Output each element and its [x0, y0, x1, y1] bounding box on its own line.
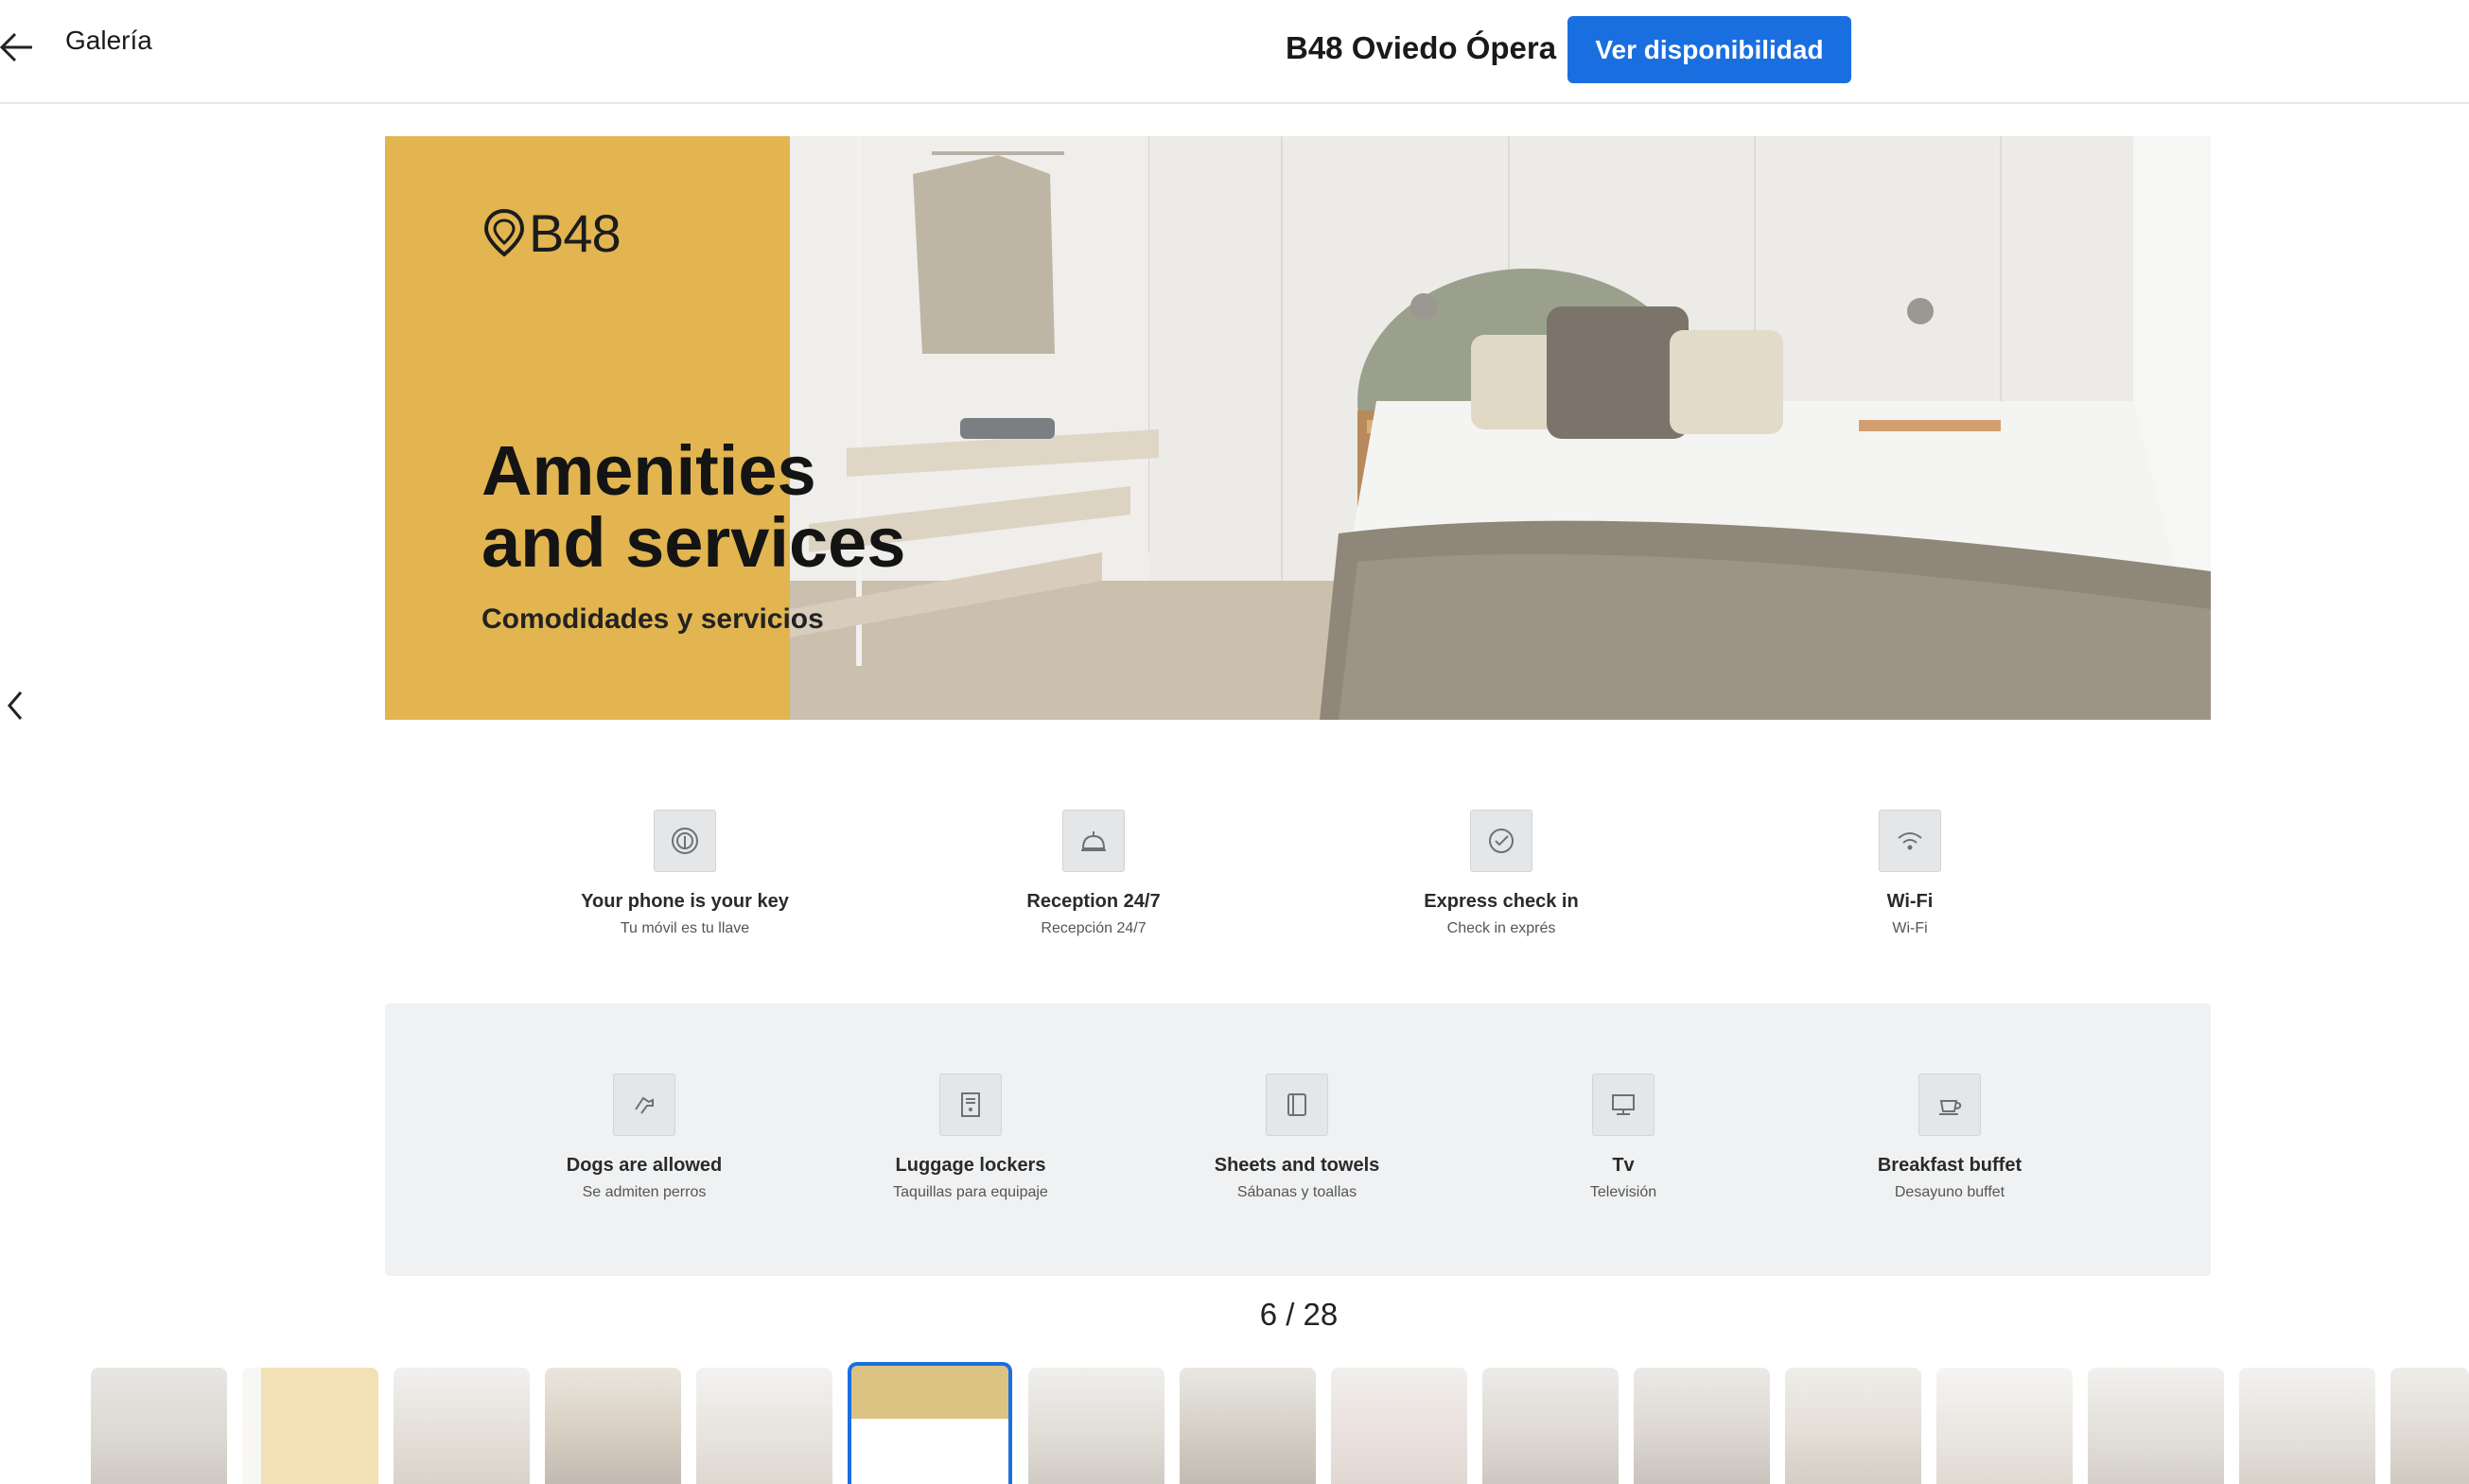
- check-circle-icon: [1470, 810, 1532, 872]
- banner-title-line2: and services: [482, 503, 906, 582]
- coffee-cup-icon: [1918, 1074, 1981, 1136]
- thumbnail[interactable]: [1028, 1368, 1164, 1484]
- thumbnail[interactable]: [1785, 1368, 1921, 1484]
- amenity-sheets-towels: Sheets and towels Sábanas y toallas: [1155, 1074, 1439, 1201]
- banner-title-line1: Amenities: [482, 431, 816, 510]
- dog-icon: [613, 1074, 675, 1136]
- thumbnail-strip[interactable]: [0, 1362, 2469, 1484]
- gallery-main-image: B48 Amenities and services Comodidades y…: [385, 136, 2211, 1276]
- thumbnail[interactable]: [2088, 1368, 2224, 1484]
- amenity-title: Reception 24/7: [1026, 891, 1161, 912]
- b48-logo: B48: [483, 202, 622, 263]
- fingerprint-icon: [654, 810, 716, 872]
- amenity-phone-key: Your phone is your key Tu móvil es tu ll…: [543, 810, 827, 937]
- gallery-title: Galería: [65, 26, 152, 55]
- thumbnail[interactable]: [1482, 1368, 1619, 1484]
- amenity-breakfast: Breakfast buffet Desayuno buffet: [1808, 1074, 2092, 1201]
- banner-subtitle: Comodidades y servicios: [482, 603, 824, 635]
- thumbnail[interactable]: [1634, 1368, 1770, 1484]
- amenity-subtitle: Desayuno buffet: [1894, 1184, 2005, 1200]
- logo-text: B48: [529, 202, 622, 263]
- amenity-title: Wi-Fi: [1886, 891, 1934, 912]
- thumbnail[interactable]: [1936, 1368, 2073, 1484]
- wifi-icon: [1879, 810, 1941, 872]
- previous-image-button[interactable]: [4, 687, 28, 725]
- thumbnail[interactable]: [696, 1368, 832, 1484]
- location-pin-logo-icon: [483, 208, 525, 257]
- image-counter: 6 / 28: [1259, 1297, 1339, 1332]
- amenity-title: Luggage lockers: [895, 1155, 1046, 1176]
- amenities-banner: B48 Amenities and services Comodidades y…: [385, 136, 2211, 720]
- thumbnail[interactable]: [2239, 1368, 2375, 1484]
- back-button[interactable]: [0, 25, 38, 70]
- amenity-subtitle: Wi-Fi: [1892, 920, 1928, 936]
- arrow-left-icon: [0, 32, 32, 62]
- amenity-subtitle: Televisión: [1589, 1184, 1657, 1200]
- amenity-wifi: Wi-Fi Wi-Fi: [1768, 810, 2052, 937]
- amenity-tv: Tv Televisión: [1481, 1074, 1765, 1201]
- amenity-title: Sheets and towels: [1214, 1155, 1380, 1176]
- locker-icon: [939, 1074, 1002, 1136]
- amenity-subtitle: Taquillas para equipaje: [893, 1184, 1048, 1200]
- amenity-subtitle: Tu móvil es tu llave: [620, 920, 750, 936]
- amenity-title: Express check in: [1424, 891, 1579, 912]
- hotel-name: B48 Oviedo Ópera: [1286, 30, 1557, 65]
- amenity-lockers: Luggage lockers Taquillas para equipaje: [829, 1074, 1112, 1201]
- thumbnail[interactable]: [2390, 1368, 2469, 1484]
- tv-icon: [1592, 1074, 1655, 1136]
- top-bar: Galería B48 Oviedo Ópera Ver disponibili…: [0, 0, 2469, 104]
- amenity-reception: Reception 24/7 Recepción 24/7: [952, 810, 1235, 937]
- amenity-subtitle: Sábanas y toallas: [1236, 1184, 1357, 1200]
- amenity-express-checkin: Express check in Check in exprés: [1359, 810, 1643, 937]
- amenity-title: Dogs are allowed: [566, 1155, 723, 1176]
- check-availability-button[interactable]: Ver disponibilidad: [1567, 16, 1851, 83]
- reception-bell-icon: [1062, 810, 1125, 872]
- thumbnail[interactable]: [394, 1368, 530, 1484]
- amenity-title: Breakfast buffet: [1877, 1155, 2022, 1176]
- bedroom-photo: [790, 136, 2211, 720]
- thumbnail[interactable]: [1180, 1368, 1316, 1484]
- chevron-left-icon: [8, 691, 23, 720]
- banner-title: Amenities and services: [482, 435, 905, 579]
- amenity-dogs: Dogs are allowed Se admiten perros: [502, 1074, 786, 1201]
- amenity-subtitle: Se admiten perros: [582, 1184, 707, 1200]
- amenity-title: Tv: [1612, 1155, 1635, 1176]
- thumbnail[interactable]: [545, 1368, 681, 1484]
- thumbnail-active[interactable]: [848, 1362, 1012, 1484]
- amenity-title: Your phone is your key: [581, 891, 789, 912]
- towel-icon: [1266, 1074, 1328, 1136]
- thumbnail[interactable]: [242, 1368, 378, 1484]
- amenity-subtitle: Check in exprés: [1446, 920, 1556, 936]
- amenity-subtitle: Recepción 24/7: [1041, 920, 1147, 936]
- thumbnail[interactable]: [91, 1368, 227, 1484]
- thumbnail[interactable]: [1331, 1368, 1467, 1484]
